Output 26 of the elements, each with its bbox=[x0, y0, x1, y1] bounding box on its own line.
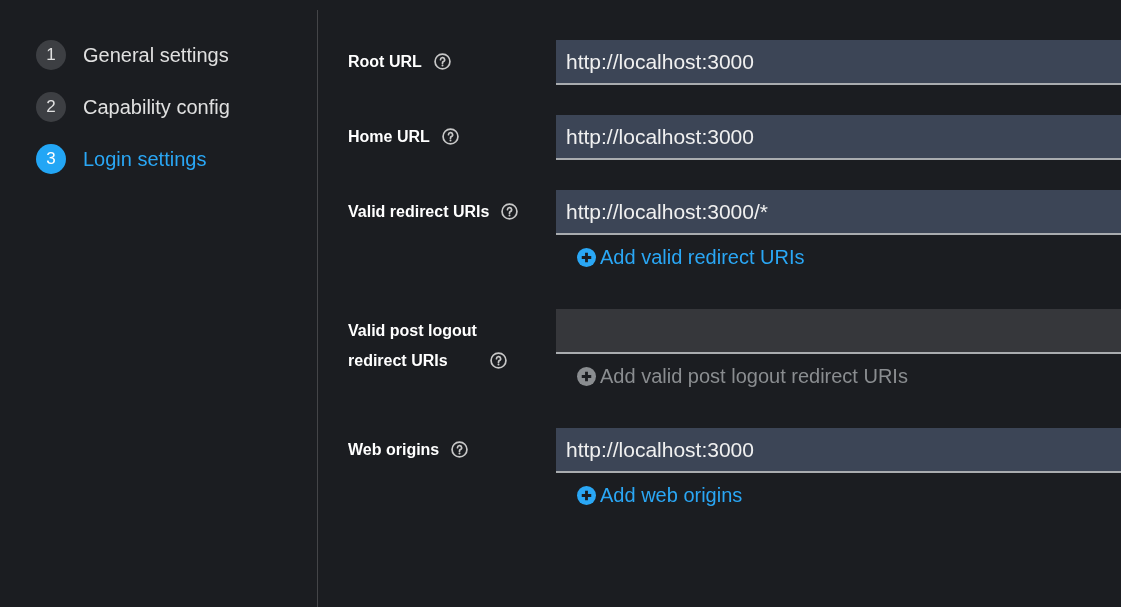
help-icon[interactable] bbox=[433, 53, 451, 70]
field-label: Home URL bbox=[348, 127, 430, 147]
plus-circle-icon bbox=[577, 247, 596, 267]
plus-circle-icon bbox=[577, 366, 596, 386]
field-label: Web origins bbox=[348, 440, 440, 460]
step-number: 1 bbox=[36, 40, 66, 70]
url-input[interactable] bbox=[556, 309, 1121, 354]
step-number: 3 bbox=[36, 144, 66, 174]
url-input[interactable]: http://localhost:3000/* bbox=[556, 190, 1121, 235]
field-label: Root URL bbox=[348, 52, 422, 72]
url-input[interactable]: http://localhost:3000 bbox=[556, 115, 1121, 160]
help-icon[interactable] bbox=[451, 441, 469, 458]
help-icon[interactable] bbox=[441, 128, 459, 145]
field-label: Valid redirect URIs bbox=[348, 202, 490, 222]
add-link[interactable]: Add valid redirect URIs bbox=[577, 242, 805, 272]
wizard-step-link[interactable]: Login settings bbox=[83, 144, 207, 174]
add-link[interactable]: Add web origins bbox=[577, 480, 743, 510]
url-input[interactable]: http://localhost:3000 bbox=[556, 428, 1121, 473]
wizard-step-link[interactable]: Capability config bbox=[83, 92, 230, 122]
step-number: 2 bbox=[36, 92, 66, 122]
url-input[interactable]: http://localhost:3000 bbox=[556, 40, 1121, 85]
help-icon[interactable] bbox=[501, 203, 519, 220]
field-label: Valid post logout redirect URIs bbox=[348, 321, 478, 371]
wizard-step-link[interactable]: General settings bbox=[83, 40, 229, 70]
help-icon[interactable] bbox=[490, 352, 507, 369]
plus-circle-icon bbox=[577, 485, 596, 505]
